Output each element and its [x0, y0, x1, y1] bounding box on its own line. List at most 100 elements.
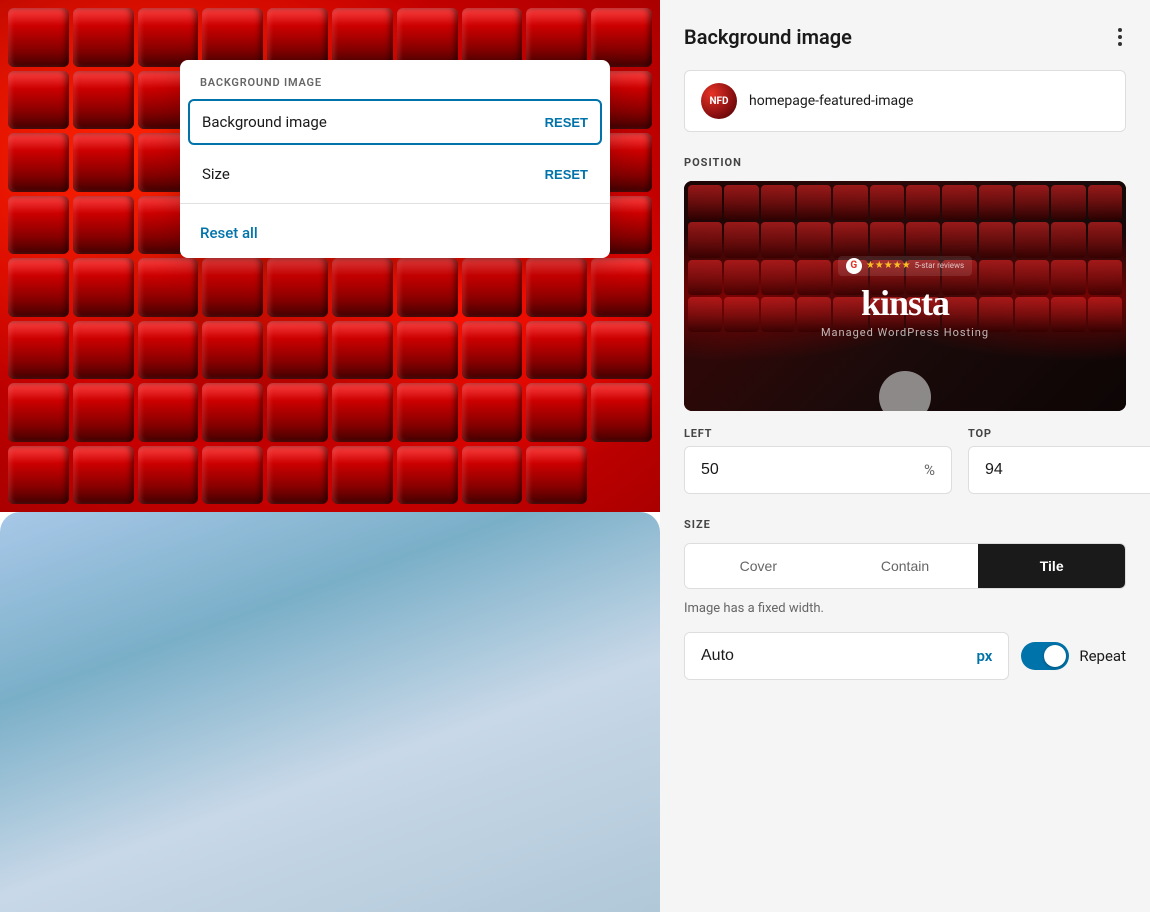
width-input-wrapper: px — [684, 632, 1009, 680]
k-cyl — [761, 297, 795, 332]
k-cyl — [724, 297, 758, 332]
k-cyl — [724, 222, 758, 257]
background-image-reset-button[interactable]: RESET — [545, 115, 588, 130]
top-input[interactable] — [969, 447, 1150, 493]
panel-header: Background image — [684, 24, 1126, 50]
kinsta-bg: G ★★★★★ 5-star reviews kinsta Managed Wo… — [684, 181, 1126, 411]
k-cyl — [1088, 185, 1122, 220]
k-cyl — [1051, 297, 1085, 332]
cylinder — [526, 8, 587, 67]
dot-3 — [1118, 42, 1122, 46]
background-image-label: Background image — [202, 113, 327, 131]
k-cyl — [942, 185, 976, 220]
cylinder — [73, 258, 134, 317]
repeat-label: Repeat — [1079, 647, 1126, 665]
cylinder — [462, 258, 523, 317]
cylinder — [138, 383, 199, 442]
cylinder — [267, 8, 328, 67]
k-cyl — [761, 260, 795, 295]
k-cyl — [833, 185, 867, 220]
size-item[interactable]: Size RESET — [180, 149, 610, 199]
px-unit: px — [976, 633, 1008, 679]
k-cyl — [1051, 185, 1085, 220]
cylinder — [73, 446, 134, 505]
position-inputs: LEFT % TOP % — [684, 427, 1126, 494]
more-options-button[interactable] — [1114, 24, 1126, 50]
repeat-toggle-row: Repeat — [1021, 642, 1126, 670]
contain-option[interactable]: Contain — [832, 544, 979, 588]
cylinder — [73, 8, 134, 67]
reset-all-button[interactable]: Reset all — [180, 208, 610, 258]
k-cyl — [761, 185, 795, 220]
cylinder — [138, 258, 199, 317]
left-input[interactable] — [685, 447, 924, 493]
k-cyl — [1051, 260, 1085, 295]
cover-option[interactable]: Cover — [685, 544, 832, 588]
k-cyl — [724, 185, 758, 220]
k-cyl — [797, 185, 831, 220]
review-text: 5-star reviews — [915, 261, 965, 270]
cylinder — [332, 8, 393, 67]
cylinder — [8, 71, 69, 130]
image-selector[interactable]: NFD homepage-featured-image — [684, 70, 1126, 132]
cylinder — [591, 258, 652, 317]
cylinder — [267, 446, 328, 505]
k-cyl — [979, 185, 1013, 220]
k-cyl — [1088, 260, 1122, 295]
cylinder — [397, 446, 458, 505]
repeat-toggle[interactable] — [1021, 642, 1069, 670]
cylinder — [8, 196, 69, 255]
cylinder — [397, 258, 458, 317]
kinsta-subtitle: Managed WordPress Hosting — [821, 326, 989, 339]
cylinder — [397, 321, 458, 380]
k-cyl — [1051, 222, 1085, 257]
cylinder — [591, 321, 652, 380]
cylinder — [202, 258, 263, 317]
cylinder — [462, 383, 523, 442]
cylinder — [332, 258, 393, 317]
cylinder — [8, 8, 69, 67]
left-unit: % — [924, 447, 951, 493]
size-hint: Image has a fixed width. — [684, 601, 1126, 616]
popup-divider — [180, 203, 610, 204]
k-cyl — [1015, 222, 1049, 257]
dot-2 — [1118, 35, 1122, 39]
cylinder — [73, 71, 134, 130]
cylinder — [8, 133, 69, 192]
size-reset-button[interactable]: RESET — [545, 167, 588, 182]
background-image-item[interactable]: Background image RESET — [188, 99, 602, 145]
image-name: homepage-featured-image — [749, 93, 913, 109]
cylinder — [591, 8, 652, 67]
k-cyl — [1015, 185, 1049, 220]
cylinder — [73, 133, 134, 192]
cylinder — [8, 258, 69, 317]
top-label: TOP — [968, 427, 1150, 440]
cylinder — [8, 321, 69, 380]
cylinder — [332, 383, 393, 442]
top-input-group: TOP % — [968, 427, 1150, 494]
cylinder — [8, 383, 69, 442]
k-cyl — [906, 185, 940, 220]
cylinder — [73, 321, 134, 380]
cylinder — [138, 8, 199, 67]
right-panel: Background image NFD homepage-featured-i… — [660, 0, 1150, 912]
cylinder — [397, 383, 458, 442]
k-cyl — [1088, 222, 1122, 257]
k-cyl — [1015, 297, 1049, 332]
cylinder — [73, 383, 134, 442]
cylinder — [73, 196, 134, 255]
cylinder — [202, 383, 263, 442]
cylinder — [591, 383, 652, 442]
top-input-wrapper: % — [968, 446, 1150, 494]
tile-option[interactable]: Tile — [978, 544, 1125, 588]
cylinder — [526, 321, 587, 380]
width-input[interactable] — [685, 633, 976, 679]
red-background: BACKGROUND IMAGE Background image RESET … — [0, 0, 660, 512]
cylinder — [202, 321, 263, 380]
kinsta-logo: G ★★★★★ 5-star reviews kinsta Managed Wo… — [821, 253, 989, 339]
position-section-label: POSITION — [684, 156, 1126, 169]
size-toggle: Cover Contain Tile — [684, 543, 1126, 589]
left-input-group: LEFT % — [684, 427, 952, 494]
position-preview[interactable]: G ★★★★★ 5-star reviews kinsta Managed Wo… — [684, 181, 1126, 411]
cylinder — [267, 258, 328, 317]
